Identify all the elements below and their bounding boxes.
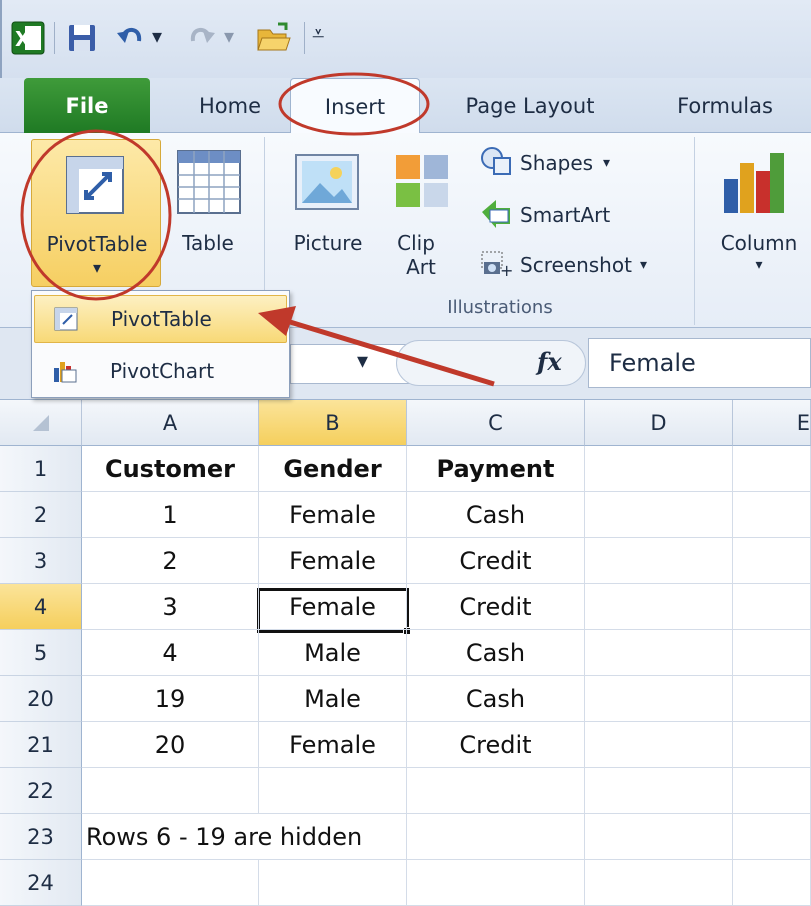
insert-tab-highlight-ellipse — [278, 72, 430, 136]
cell-a23[interactable]: Rows 6 - 19 are hidden — [82, 814, 362, 860]
annotation-overlay — [20, 72, 495, 387]
pivottable-highlight-ellipse — [20, 129, 172, 301]
pointer-arrowhead — [258, 306, 296, 336]
pointer-arrow — [289, 319, 495, 387]
